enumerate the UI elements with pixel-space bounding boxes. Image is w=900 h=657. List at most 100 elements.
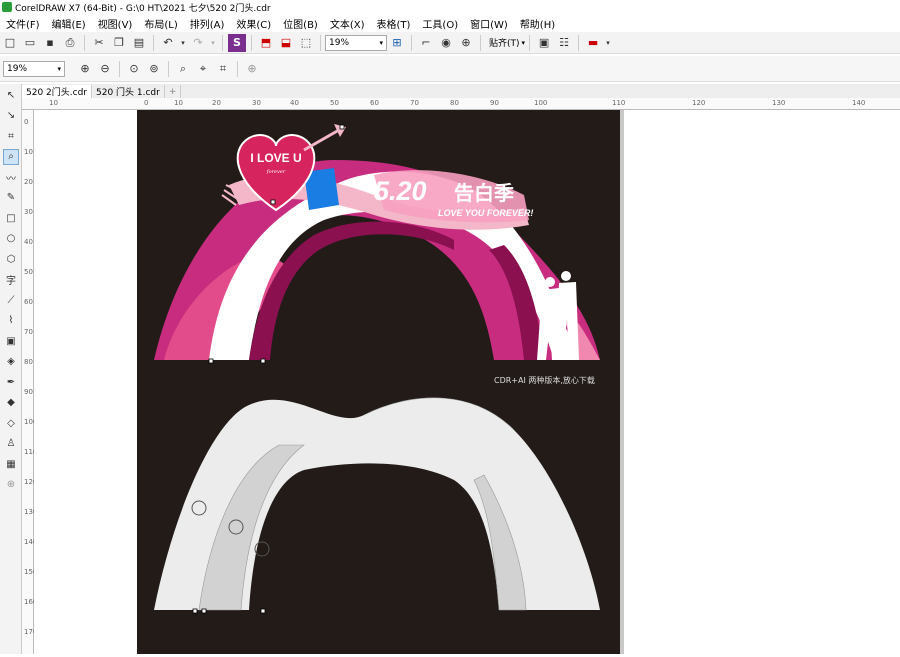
snap-to-dropdown[interactable]: 贴齐(T): [489, 36, 520, 49]
smart-fill-tool-icon[interactable]: ◇: [3, 415, 19, 431]
new-document-icon[interactable]: □: [1, 34, 19, 52]
shape-tool-icon[interactable]: ↘: [3, 108, 19, 124]
separator: [251, 34, 252, 51]
ruler-h-label: 30: [252, 99, 261, 107]
cut-icon[interactable]: ✂: [90, 34, 108, 52]
connector-tool-icon[interactable]: ⌇: [3, 313, 19, 329]
color-eyedropper-tool-icon[interactable]: ✒: [3, 374, 19, 390]
copy-icon[interactable]: ❐: [110, 34, 128, 52]
print-icon[interactable]: ⎙: [61, 34, 79, 52]
ruler-v-label: 50: [24, 268, 33, 276]
outline-pen-tool-icon[interactable]: ♙: [3, 436, 19, 452]
rectangle-tool-icon[interactable]: □: [3, 210, 19, 226]
menu-view[interactable]: 视图(V): [92, 16, 139, 31]
separator: [168, 60, 169, 77]
menu-window[interactable]: 窗口(W): [464, 16, 514, 31]
paste-icon[interactable]: ▤: [130, 34, 148, 52]
fill-tool-icon[interactable]: ▦: [3, 456, 19, 472]
new-tab-icon[interactable]: +: [165, 85, 182, 98]
menu-text[interactable]: 文本(X): [324, 16, 371, 31]
menu-file[interactable]: 文件(F): [0, 16, 46, 31]
zoom-to-all-objects-icon[interactable]: ⊚: [145, 60, 163, 78]
selection-handle[interactable]: [192, 608, 198, 614]
zoom-to-selected-icon[interactable]: ⊙: [125, 60, 143, 78]
chevron-down-icon: ▾: [521, 38, 526, 47]
ruler-h-label: 40: [290, 99, 299, 107]
zoom-tool-icon[interactable]: ⌕: [3, 148, 19, 165]
add-tool-icon[interactable]: ⊕: [3, 477, 19, 493]
zoom-level-select[interactable]: 19% ▾: [325, 34, 387, 51]
menu-tools[interactable]: 工具(O): [416, 16, 464, 31]
artistic-media-tool-icon[interactable]: ✎: [3, 190, 19, 206]
selection-handle[interactable]: [208, 358, 214, 364]
show-rulers-icon[interactable]: ⌐: [417, 34, 435, 52]
tab-document-2[interactable]: 520 门头 1.cdr: [92, 85, 165, 98]
undo-icon[interactable]: ↶: [159, 34, 177, 52]
drawing-canvas[interactable]: I LOVE U forever 5.20 告白季 LOVE YOU FOREV…: [34, 110, 900, 654]
redo-icon[interactable]: ↷: [189, 34, 207, 52]
separator: [119, 60, 120, 77]
menu-table[interactable]: 表格(T): [371, 16, 417, 31]
transparency-tool-icon[interactable]: ◈: [3, 354, 19, 370]
chevron-down-icon[interactable]: ▾: [604, 34, 612, 52]
ruler-h-label: 10: [49, 99, 58, 107]
selection-handle[interactable]: [201, 608, 207, 614]
zoom-out-icon[interactable]: ⊖: [96, 60, 114, 78]
selection-handle[interactable]: [260, 608, 266, 614]
text-tool-icon[interactable]: 字: [3, 272, 19, 288]
menu-help[interactable]: 帮助(H): [514, 16, 561, 31]
export-icon[interactable]: ⬓: [277, 34, 295, 52]
menu-arrange[interactable]: 排列(A): [184, 16, 231, 31]
selection-handle[interactable]: [260, 358, 266, 364]
menu-bitmaps[interactable]: 位图(B): [277, 16, 324, 31]
ruler-v-label: 30: [24, 208, 33, 216]
heart-script: forever: [266, 169, 286, 175]
crop-tool-icon[interactable]: ⌗: [3, 128, 19, 144]
separator: [578, 34, 580, 51]
separator: [222, 34, 223, 51]
menu-effects[interactable]: 效果(C): [230, 16, 277, 31]
pick-tool-icon[interactable]: ↖: [3, 87, 19, 103]
show-grid-icon[interactable]: ◉: [437, 34, 455, 52]
ellipse-tool-icon[interactable]: ○: [3, 231, 19, 247]
import-icon[interactable]: ⬒: [257, 34, 275, 52]
vertical-ruler[interactable]: 0 10 20 30 40 50 60 70 80 90 100 110 120…: [22, 110, 37, 654]
menu-edit[interactable]: 编辑(E): [46, 16, 92, 31]
separator: [237, 60, 238, 77]
zoom-to-page-icon[interactable]: ⌕: [174, 60, 192, 78]
ruler-v-label: 20: [24, 178, 33, 186]
ruler-h-label: 50: [330, 99, 339, 107]
open-folder-icon[interactable]: ▭: [21, 34, 39, 52]
menu-layout[interactable]: 布局(L): [138, 16, 183, 31]
interactive-fill-tool-icon[interactable]: ◆: [3, 395, 19, 411]
full-screen-preview-icon[interactable]: ⊞: [388, 34, 406, 52]
horizontal-ruler[interactable]: 10 0 10 20 30 40 50 60 70 80 90 100 110 …: [22, 98, 900, 110]
add-icon[interactable]: ⊕: [243, 60, 261, 78]
drop-shadow-tool-icon[interactable]: ▣: [3, 333, 19, 349]
show-guidelines-icon[interactable]: ⊕: [457, 34, 475, 52]
separator: [153, 34, 154, 51]
application-launcher-icon[interactable]: ▬: [584, 34, 602, 52]
page-shadow: [620, 110, 624, 654]
save-icon[interactable]: ▪: [41, 34, 59, 52]
zoom-in-icon[interactable]: ⊕: [76, 60, 94, 78]
options-icon[interactable]: ☷: [555, 34, 573, 52]
selection-handle[interactable]: [270, 199, 276, 205]
undo-dropdown-icon[interactable]: ▾: [179, 34, 187, 52]
ruler-h-label: 140: [852, 99, 866, 107]
freehand-tool-icon[interactable]: 〰: [3, 169, 19, 185]
publish-pdf-icon[interactable]: ⬚: [297, 34, 315, 52]
zoom-levels-input[interactable]: 19% ▾: [3, 60, 65, 77]
welcome-screen-icon[interactable]: ▣: [535, 34, 553, 52]
silhouette-head-2: [561, 271, 571, 281]
silhouette-head-1: [545, 277, 555, 287]
search-content-icon[interactable]: S: [228, 33, 246, 52]
tab-document-1[interactable]: 520 2门头.cdr: [22, 85, 92, 98]
redo-dropdown-icon[interactable]: ▾: [209, 34, 217, 52]
zoom-to-page-width-icon[interactable]: ⌖: [194, 60, 212, 78]
parallel-dimension-tool-icon[interactable]: ⟋: [3, 292, 19, 308]
selection-handle[interactable]: [339, 124, 345, 130]
zoom-levels-value: 19%: [7, 63, 28, 74]
polygon-tool-icon[interactable]: ⬡: [3, 251, 19, 267]
zoom-to-page-height-icon[interactable]: ⌗: [214, 60, 232, 78]
